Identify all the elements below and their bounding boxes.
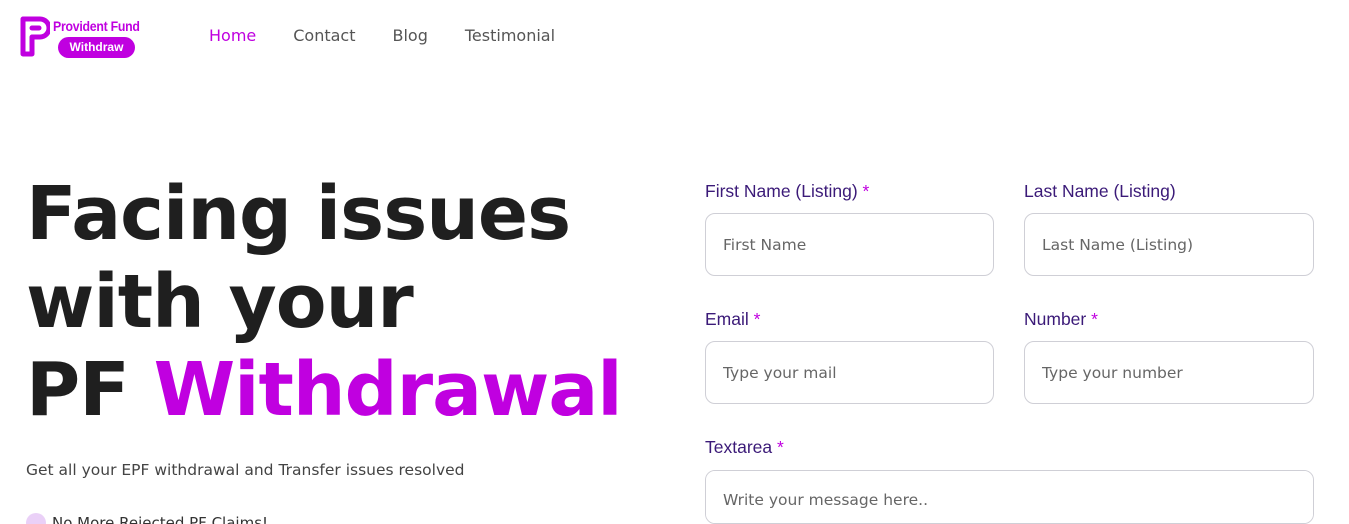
hero-subtitle: Get all your EPF withdrawal and Transfer… [26, 461, 465, 479]
last-name-label: Last Name (Listing) [1024, 181, 1176, 201]
first-name-label: First Name (Listing) * [705, 181, 870, 201]
hero-title-line-2: with your [26, 259, 414, 345]
nav-item-contact[interactable]: Contact [293, 26, 355, 45]
nav-item-testimonial[interactable]: Testimonial [465, 26, 555, 45]
textarea-label: Textarea * [705, 437, 784, 457]
check-icon [26, 513, 46, 524]
pf-logo-icon [20, 16, 50, 57]
brand-logo[interactable]: Provident Fund Withdraw [20, 16, 150, 60]
first-name-input[interactable] [705, 213, 994, 276]
message-textarea[interactable] [705, 470, 1314, 524]
main-nav: Home Contact Blog Testimonial [209, 26, 592, 45]
nav-item-blog[interactable]: Blog [393, 26, 428, 45]
required-marker: * [1091, 309, 1098, 329]
site-header: Provident Fund Withdraw Home Contact Blo… [0, 0, 1349, 72]
hero-title-accent: Withdrawal [153, 347, 623, 433]
required-marker: * [753, 309, 761, 329]
required-marker: * [777, 437, 784, 457]
hero-bullet-text: No More Rejected PF Claims! [52, 514, 269, 524]
email-label: Email * [705, 309, 761, 329]
email-field[interactable] [705, 341, 994, 404]
nav-item-home[interactable]: Home [209, 26, 256, 45]
hero-bullet: No More Rejected PF Claims! [26, 513, 268, 524]
hero-title: Facing issues with your PF Withdrawal [26, 170, 623, 434]
number-field[interactable] [1024, 341, 1314, 404]
number-label: Number * [1024, 309, 1098, 329]
required-marker: * [862, 181, 870, 201]
last-name-input[interactable] [1024, 213, 1314, 276]
logo-title: Provident Fund [53, 18, 140, 34]
logo-badge: Withdraw [58, 37, 135, 58]
hero-title-line-3-prefix: PF [26, 347, 130, 433]
hero-title-line-1: Facing issues [26, 171, 571, 257]
